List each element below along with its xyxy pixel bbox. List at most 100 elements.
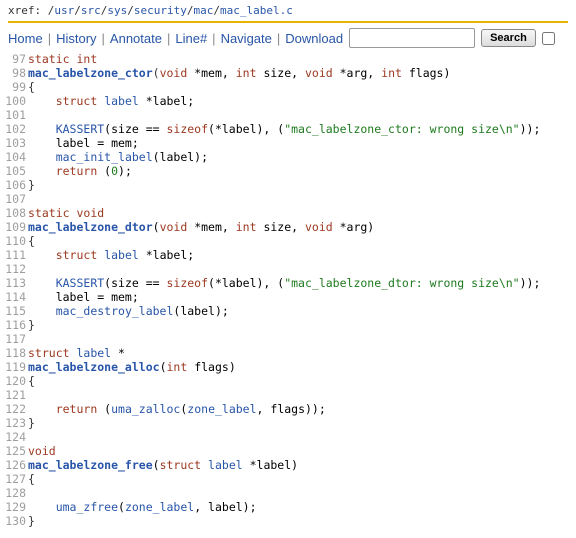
code-line: 127{: [0, 472, 576, 486]
path-segment[interactable]: usr: [54, 4, 74, 17]
xref-path: /usr/src/sys/security/mac/mac_label.c: [48, 4, 293, 17]
line-number[interactable]: 111: [0, 248, 28, 262]
code-line: 104 mac_init_label(label);: [0, 150, 576, 164]
line-number[interactable]: 126: [0, 458, 28, 472]
line-source: {: [28, 374, 35, 388]
line-source: [28, 262, 35, 276]
nav-toolbar: Home|History|Annotate|Line#|Navigate|Dow…: [0, 26, 576, 52]
code-line: 114 label = mem;: [0, 290, 576, 304]
line-source: struct label *label;: [28, 94, 194, 108]
line-number[interactable]: 109: [0, 220, 28, 234]
nav-separator: |: [162, 31, 175, 46]
line-number[interactable]: 99: [0, 80, 28, 94]
line-number[interactable]: 104: [0, 150, 28, 164]
line-source: mac_labelzone_alloc(int flags): [28, 360, 236, 374]
line-source: }: [28, 178, 35, 192]
path-segment[interactable]: mac_label.c: [220, 4, 293, 17]
line-source: mac_labelzone_ctor(void *mem, int size, …: [28, 66, 450, 80]
line-source: mac_destroy_label(label);: [28, 304, 229, 318]
line-source: void: [28, 444, 56, 458]
line-number[interactable]: 116: [0, 318, 28, 332]
code-line: 108static void: [0, 206, 576, 220]
line-number[interactable]: 121: [0, 388, 28, 402]
line-source: KASSERT(size == sizeof(*label), ("mac_la…: [28, 122, 540, 136]
nav-link-history[interactable]: History: [56, 31, 96, 46]
line-number[interactable]: 113: [0, 276, 28, 290]
code-line: 109mac_labelzone_dtor(void *mem, int siz…: [0, 220, 576, 234]
line-source: mac_labelzone_dtor(void *mem, int size, …: [28, 220, 374, 234]
line-number[interactable]: 101: [0, 108, 28, 122]
code-line: 111 struct label *label;: [0, 248, 576, 262]
line-number[interactable]: 122: [0, 402, 28, 416]
code-line: 99{: [0, 80, 576, 94]
code-line: 103 label = mem;: [0, 136, 576, 150]
line-source: struct label *: [28, 346, 125, 360]
nav-link-annotate[interactable]: Annotate: [110, 31, 162, 46]
line-number[interactable]: 105: [0, 164, 28, 178]
line-source: mac_labelzone_free(struct label *label): [28, 458, 298, 472]
line-number[interactable]: 112: [0, 262, 28, 276]
line-number[interactable]: 125: [0, 444, 28, 458]
line-number[interactable]: 119: [0, 360, 28, 374]
code-line: 120{: [0, 374, 576, 388]
code-line: 110{: [0, 234, 576, 248]
line-source: {: [28, 234, 35, 248]
line-number[interactable]: 130: [0, 514, 28, 528]
divider: [8, 21, 568, 23]
line-source: struct label *label;: [28, 248, 194, 262]
line-number[interactable]: 117: [0, 332, 28, 346]
line-number[interactable]: 129: [0, 500, 28, 514]
code-line: 129 uma_zfree(zone_label, label);: [0, 500, 576, 514]
line-number[interactable]: 124: [0, 430, 28, 444]
code-line: 123}: [0, 416, 576, 430]
xref-path-bar: xref: /usr/src/sys/security/mac/mac_labe…: [0, 0, 576, 21]
line-source: [28, 388, 35, 402]
path-segment[interactable]: src: [81, 4, 101, 17]
code-line: 128: [0, 486, 576, 500]
code-line: 112: [0, 262, 576, 276]
line-number[interactable]: 118: [0, 346, 28, 360]
code-line: 118struct label *: [0, 346, 576, 360]
nav-link-line[interactable]: Line#: [175, 31, 207, 46]
line-source: static int: [28, 52, 97, 66]
line-number[interactable]: 120: [0, 374, 28, 388]
line-number[interactable]: 108: [0, 206, 28, 220]
line-source: KASSERT(size == sizeof(*label), ("mac_la…: [28, 276, 540, 290]
line-source: label = mem;: [28, 290, 139, 304]
line-source: mac_init_label(label);: [28, 150, 208, 164]
code-line: 113 KASSERT(size == sizeof(*label), ("ma…: [0, 276, 576, 290]
search-button[interactable]: Search: [481, 29, 536, 47]
line-source: return (uma_zalloc(zone_label, flags));: [28, 402, 326, 416]
code-line: 107: [0, 192, 576, 206]
xref-label: xref:: [8, 4, 41, 17]
line-source: {: [28, 80, 35, 94]
line-number[interactable]: 107: [0, 192, 28, 206]
nav-link-download[interactable]: Download: [285, 31, 343, 46]
line-number[interactable]: 103: [0, 136, 28, 150]
path-segment[interactable]: mac: [193, 4, 213, 17]
line-source: [28, 486, 35, 500]
nav-link-navigate[interactable]: Navigate: [221, 31, 272, 46]
line-number[interactable]: 127: [0, 472, 28, 486]
search-input[interactable]: [349, 28, 475, 48]
code-line: 124: [0, 430, 576, 444]
line-number[interactable]: 106: [0, 178, 28, 192]
path-segment[interactable]: sys: [107, 4, 127, 17]
line-number[interactable]: 100: [0, 94, 28, 108]
path-segment[interactable]: security: [134, 4, 187, 17]
line-source: [28, 430, 35, 444]
code-line: 105 return (0);: [0, 164, 576, 178]
nav-link-home[interactable]: Home: [8, 31, 43, 46]
nav-separator: |: [97, 31, 110, 46]
line-number[interactable]: 114: [0, 290, 28, 304]
line-number[interactable]: 98: [0, 66, 28, 80]
code-line: 116}: [0, 318, 576, 332]
line-number[interactable]: 115: [0, 304, 28, 318]
line-number[interactable]: 110: [0, 234, 28, 248]
line-number[interactable]: 102: [0, 122, 28, 136]
line-number[interactable]: 97: [0, 52, 28, 66]
search-checkbox[interactable]: [542, 32, 555, 45]
line-source: {: [28, 472, 35, 486]
line-number[interactable]: 123: [0, 416, 28, 430]
line-number[interactable]: 128: [0, 486, 28, 500]
